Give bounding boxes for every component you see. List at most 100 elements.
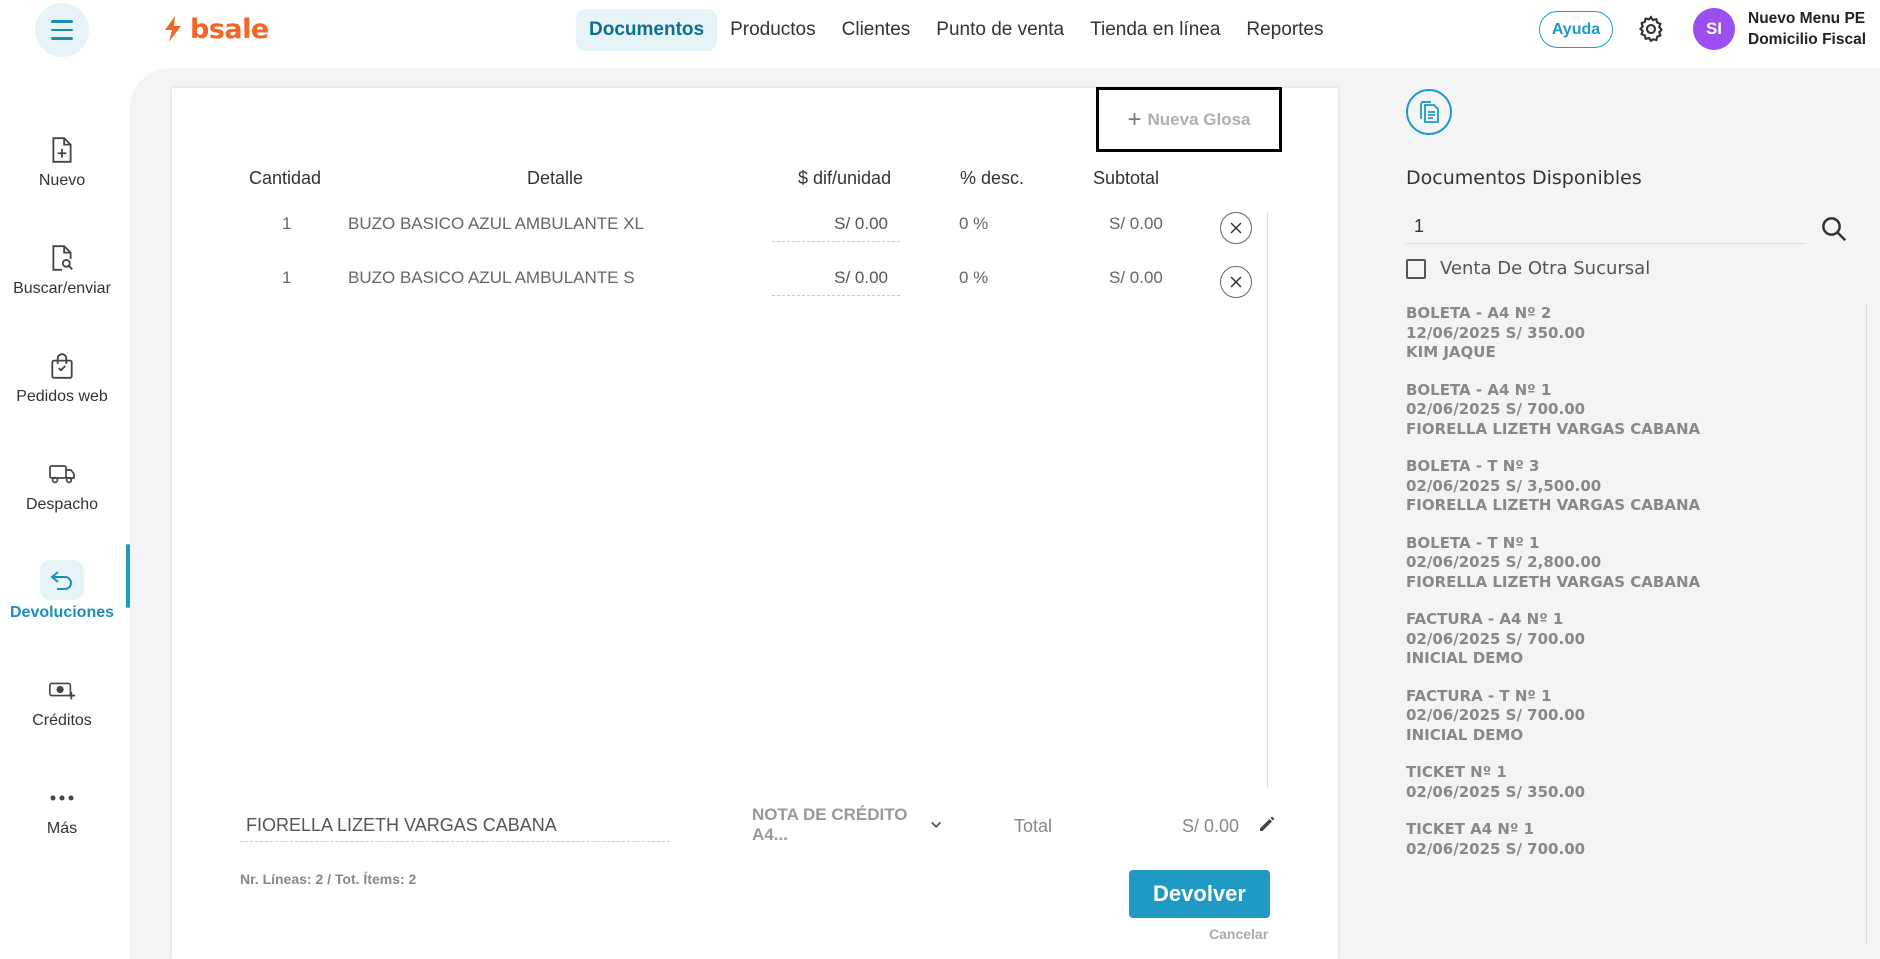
list-item[interactable]: BOLETA - T Nº 3 02/06/2025 S/ 3,500.00 F… [1406,457,1846,516]
sidebar-active-indicator [126,544,130,608]
other-branch-label: Venta De Otra Sucursal [1440,258,1651,279]
nav-documentos[interactable]: Documentos [576,9,718,51]
row-detalle: BUZO BASICO AZUL AMBULANTE XL [348,214,645,233]
gear-icon[interactable] [1636,14,1666,44]
bsale-logo[interactable]: bsale [162,13,269,45]
return-arrow-icon [40,560,84,600]
list-item[interactable]: BOLETA - T Nº 1 02/06/2025 S/ 2,800.00 F… [1406,534,1846,593]
column-header-dif-unidad: $ dif/unidad [798,168,892,188]
main-nav: Documentos Productos Clientes Punto de v… [576,8,1337,52]
devolver-button[interactable]: Devolver [1129,870,1270,918]
user-info[interactable]: Nuevo Menu PE Domicilio Fiscal [1748,8,1866,50]
doc-date-amount: 02/06/2025 S/ 700.00 [1406,839,1586,858]
close-icon [1230,222,1242,234]
doc-client: FIORELLA LIZETH VARGAS CABANA [1406,496,1701,514]
doc-title: BOLETA - T Nº 3 [1406,457,1540,475]
search-icon[interactable] [1819,214,1849,244]
client-field[interactable]: FIORELLA LIZETH VARGAS CABANA [240,808,670,842]
doc-date-amount: 02/06/2025 S/ 3,500.00 [1406,476,1602,495]
list-item[interactable]: TICKET A4 Nº 1 02/06/2025 S/ 700.00 [1406,820,1846,859]
file-plus-icon [48,136,76,164]
column-header-subtotal: Subtotal [1093,168,1160,188]
doc-date-amount: 02/06/2025 S/ 700.00 [1406,706,1586,724]
help-button[interactable]: Ayuda [1539,11,1613,48]
sidebar-item-buscar-enviar[interactable]: Buscar/enviar [0,226,124,316]
doc-title: TICKET Nº 1 [1406,763,1507,781]
remove-row-button[interactable] [1220,266,1252,298]
doc-title: TICKET A4 Nº 1 [1406,820,1535,838]
sidebar-item-label: Más [46,820,78,837]
file-search-icon [48,244,76,272]
close-icon [1230,276,1242,288]
doc-date-amount: 02/06/2025 S/ 2,800.00 [1406,553,1602,571]
doc-date-amount: 12/06/2025 S/ 350.00 [1406,323,1586,342]
doc-date-amount: 02/06/2025 S/ 700.00 [1406,629,1586,648]
sidebar-item-mas[interactable]: Más [0,766,124,856]
column-header-desc: % desc. [960,168,1025,188]
lines-info: Nr. Líneas: 2 / Tot. Ítems: 2 [240,871,417,887]
row-dif-input[interactable]: S/ 0.00 [772,260,900,296]
sidebar-item-label: Buscar/enviar [13,280,111,297]
nueva-glosa-label: Nueva Glosa [1147,109,1251,129]
nav-punto-de-venta[interactable]: Punto de venta [923,9,1077,51]
sidebar: Nuevo Buscar/enviar Pedidos web Despacho… [0,68,130,959]
truck-icon [48,460,76,488]
total-label: Total [1014,816,1053,836]
table-row: 1 BUZO BASICO AZUL AMBULANTE XL S/ 0.00 … [172,206,1338,246]
hamburger-menu-button[interactable] [35,3,89,57]
user-location: Domicilio Fiscal [1748,31,1867,48]
total-value: S/ 0.00 [1182,816,1240,836]
docs-search-input[interactable] [1414,216,1774,237]
nav-productos[interactable]: Productos [717,9,829,51]
sidebar-item-creditos[interactable]: Créditos [0,658,124,748]
list-item[interactable]: BOLETA - A4 Nº 1 02/06/2025 S/ 700.00 FI… [1406,381,1846,440]
sidebar-item-label: Devoluciones [9,604,115,621]
return-document-card: + Nueva Glosa Cantidad Detalle $ dif/uni… [172,87,1338,959]
user-name: Nuevo Menu PE [1748,10,1866,27]
other-branch-checkbox-row[interactable]: Venta De Otra Sucursal [1406,258,1650,279]
sidebar-item-pedidos-web[interactable]: Pedidos web [0,334,124,424]
doc-date-amount: 02/06/2025 S/ 700.00 [1406,400,1586,418]
nav-clientes[interactable]: Clientes [829,9,924,51]
document-type-value: NOTA DE CRÉDITO A4... [752,805,908,844]
documents-icon-button[interactable] [1406,89,1452,135]
document-type-select[interactable]: NOTA DE CRÉDITO A4... [752,805,942,844]
list-item[interactable]: FACTURA - T Nº 1 02/06/2025 S/ 700.00 IN… [1406,687,1846,746]
nueva-glosa-button[interactable]: + Nueva Glosa [1096,87,1282,152]
pencil-icon[interactable] [1257,814,1277,834]
doc-title: FACTURA - A4 Nº 1 [1406,610,1564,628]
docs-search-box [1406,212,1806,244]
row-desc[interactable]: 0 % [959,206,988,246]
other-branch-checkbox[interactable] [1406,258,1426,279]
doc-client: FIORELLA LIZETH VARGAS CABANA [1406,572,1701,591]
doc-client: FIORELLA LIZETH VARGAS CABANA [1406,419,1701,438]
list-item[interactable]: FACTURA - A4 Nº 1 02/06/2025 S/ 700.00 I… [1406,610,1846,669]
logo-text: bsale [190,13,269,45]
doc-client: KIM JAQUE [1406,343,1496,361]
row-desc[interactable]: 0 % [959,260,988,300]
remove-row-button[interactable] [1220,212,1252,244]
plus-icon: + [1127,105,1142,133]
table-scrollbar-track [1267,213,1268,788]
bsale-bolt-icon [165,16,181,42]
nav-reportes[interactable]: Reportes [1233,9,1336,51]
list-item[interactable]: BOLETA - A4 Nº 2 12/06/2025 S/ 350.00 KI… [1406,304,1846,363]
doc-client: INICIAL DEMO [1406,725,1524,744]
doc-client: INICIAL DEMO [1406,649,1524,667]
avatar[interactable]: SI [1693,8,1735,50]
cash-plus-icon [48,676,76,704]
shopping-bag-icon [48,352,76,380]
menu-icon [51,17,73,43]
nav-tienda-en-linea[interactable]: Tienda en línea [1077,9,1233,51]
docs-list-scrollbar [1866,304,1867,944]
sidebar-item-despacho[interactable]: Despacho [0,442,124,532]
row-detalle: BUZO BASICO AZUL AMBULANTE S [348,268,635,287]
cancel-link[interactable]: Cancelar [1209,926,1268,942]
row-subtotal: S/ 0.00 [1109,214,1163,233]
row-cantidad: 1 [282,214,292,233]
row-dif-input[interactable]: S/ 0.00 [772,206,900,242]
list-item[interactable]: TICKET Nº 1 02/06/2025 S/ 350.00 [1406,763,1846,802]
sidebar-item-nuevo[interactable]: Nuevo [0,118,124,208]
doc-date-amount: 02/06/2025 S/ 350.00 [1406,782,1586,801]
sidebar-item-devoluciones[interactable]: Devoluciones [0,546,124,636]
